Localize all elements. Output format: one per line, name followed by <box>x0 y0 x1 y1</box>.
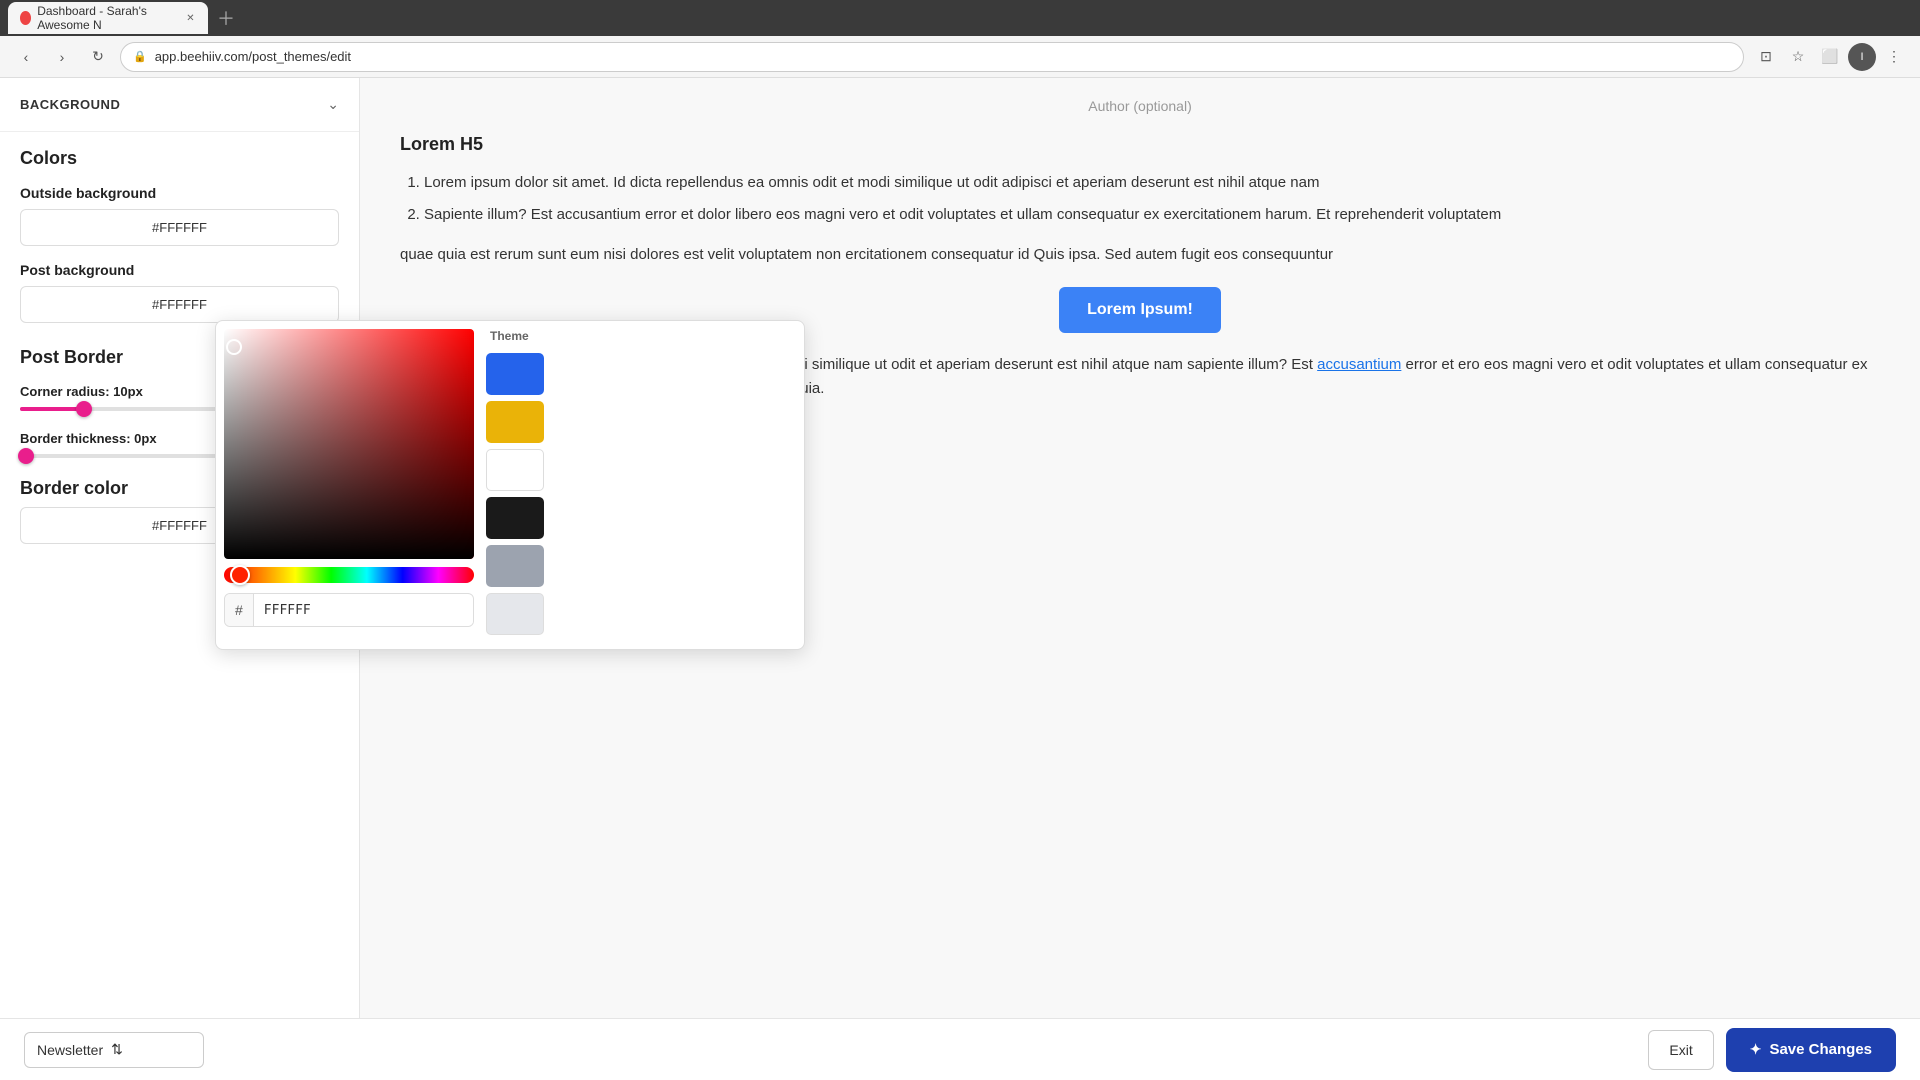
bookmark-icon[interactable]: ☆ <box>1784 43 1812 71</box>
url-bar[interactable]: 🔒 app.beehiiv.com/post_themes/edit <box>120 42 1744 72</box>
lock-icon: 🔒 <box>133 50 147 63</box>
profile-btn[interactable]: I <box>1848 43 1876 71</box>
hue-slider-track[interactable] <box>224 567 474 583</box>
outside-bg-label: Outside background <box>20 185 339 201</box>
paragraph2-link2[interactable]: accusantium <box>1317 356 1401 373</box>
colors-title: Colors <box>20 148 339 169</box>
active-tab[interactable]: Dashboard - Sarah's Awesome N ✕ <box>8 2 208 34</box>
tab-title: Dashboard - Sarah's Awesome N <box>37 4 179 32</box>
save-changes-button[interactable]: ✦ Save Changes <box>1726 1028 1896 1072</box>
browser-nav-bar: ‹ › ↻ 🔒 app.beehiiv.com/post_themes/edit… <box>0 36 1920 78</box>
content-ordered-list: Lorem ipsum dolor sit amet. Id dicta rep… <box>400 171 1880 227</box>
app-container: BACKGROUND ⌄ Colors Outside background #… <box>0 78 1920 1080</box>
chevron-down-icon: ⌄ <box>327 96 339 113</box>
content-heading-h5: Lorem H5 <box>400 134 1880 155</box>
new-tab-btn[interactable]: ＋ <box>212 4 240 32</box>
background-section-title: BACKGROUND <box>20 97 120 112</box>
list-item-2: Sapiente illum? Est accusantium error et… <box>424 203 1880 227</box>
newsletter-chevron-icon: ⇅ <box>111 1041 123 1058</box>
url-text: app.beehiiv.com/post_themes/edit <box>155 49 351 64</box>
bottom-right-actions: Exit ✦ Save Changes <box>1648 1028 1896 1072</box>
theme-swatches <box>486 347 544 641</box>
hex-value-input[interactable] <box>254 595 473 626</box>
hex-input-row: # <box>224 593 474 627</box>
swatch-light-gray[interactable] <box>486 593 544 635</box>
menu-icon[interactable]: ⋮ <box>1880 43 1908 71</box>
hue-slider-row <box>224 567 474 583</box>
hex-hash-label: # <box>225 594 254 626</box>
cast-icon[interactable]: ⊡ <box>1752 43 1780 71</box>
gradient-dark-overlay <box>224 329 474 559</box>
tab-close-btn[interactable]: ✕ <box>185 11 196 25</box>
post-bg-label: Post background <box>20 262 339 278</box>
save-icon: ✦ <box>1750 1041 1762 1058</box>
color-picker-left: # <box>224 329 474 641</box>
background-section-header[interactable]: BACKGROUND ⌄ <box>0 78 359 132</box>
extension-icon[interactable]: ⬜ <box>1816 43 1844 71</box>
forward-btn[interactable]: › <box>48 43 76 71</box>
save-label: Save Changes <box>1769 1041 1872 1058</box>
theme-swatches-section: Theme <box>486 329 544 641</box>
swatch-black[interactable] <box>486 497 544 539</box>
outside-bg-swatch[interactable]: #FFFFFF <box>20 209 339 246</box>
exit-button[interactable]: Exit <box>1648 1030 1713 1070</box>
gradient-cursor <box>226 339 242 355</box>
swatch-gray[interactable] <box>486 545 544 587</box>
back-btn[interactable]: ‹ <box>12 43 40 71</box>
content-paragraph-1: quae quia est rerum sunt eum nisi dolore… <box>400 243 1880 267</box>
author-optional: Author (optional) <box>400 98 1880 114</box>
bottom-bar: Newsletter ⇅ Exit ✦ Save Changes <box>0 1018 1920 1080</box>
browser-tab-bar: Dashboard - Sarah's Awesome N ✕ ＋ <box>0 0 1920 36</box>
newsletter-label: Newsletter <box>37 1042 103 1058</box>
newsletter-select[interactable]: Newsletter ⇅ <box>24 1032 204 1068</box>
cta-button[interactable]: Lorem Ipsum! <box>1059 287 1221 333</box>
nav-extra-icons: ⊡ ☆ ⬜ I ⋮ <box>1752 43 1908 71</box>
list-item-1: Lorem ipsum dolor sit amet. Id dicta rep… <box>424 171 1880 195</box>
post-bg-swatch[interactable]: #FFFFFF <box>20 286 339 323</box>
hue-thumb <box>230 565 250 585</box>
theme-label: Theme <box>486 329 544 343</box>
tab-favicon <box>20 11 31 25</box>
swatch-white[interactable] <box>486 449 544 491</box>
color-gradient-box[interactable] <box>224 329 474 559</box>
refresh-btn[interactable]: ↻ <box>84 43 112 71</box>
swatch-blue[interactable] <box>486 353 544 395</box>
swatch-yellow[interactable] <box>486 401 544 443</box>
color-picker-popup: # Theme <box>215 320 805 650</box>
